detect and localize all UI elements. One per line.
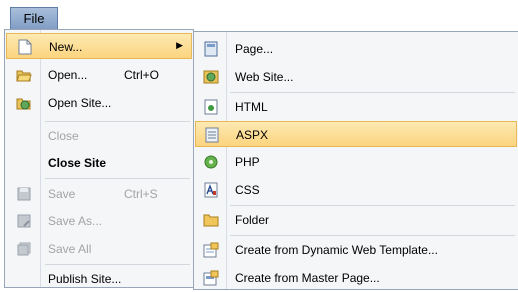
submenu-item-folder-label: Folder: [235, 213, 270, 227]
web-site-icon: [203, 69, 219, 85]
menu-item-save-label: Save: [48, 187, 76, 201]
submenu-item-page[interactable]: Page...: [195, 36, 517, 62]
menu-item-save-as: Save As...: [6, 208, 192, 234]
page-icon: [203, 41, 219, 57]
menu-item-new-label: New...: [49, 40, 83, 54]
submenu-item-create-from-dwt[interactable]: Create from Dynamic Web Template...: [195, 237, 517, 263]
submenu-separator: [230, 205, 515, 206]
menu-item-save-all-label: Save All: [48, 242, 92, 256]
menu-item-close-site[interactable]: Close Site: [6, 150, 192, 176]
save-disk-icon: [16, 186, 32, 202]
menu-item-new[interactable]: New... ▶: [6, 33, 192, 59]
open-folder-icon: [16, 67, 32, 83]
menu-item-open-site-label: Open Site...: [48, 96, 112, 110]
html-file-icon: [203, 99, 219, 115]
master-page-icon: [203, 270, 219, 286]
menu-separator: [45, 178, 190, 179]
menu-item-open-shortcut: Ctrl+O: [124, 68, 160, 82]
css-file-icon: [203, 182, 219, 198]
submenu-separator: [230, 92, 515, 93]
menu-separator: [45, 264, 190, 265]
file-menu-label: File: [23, 11, 45, 26]
new-submenu: Page... Web Site... HTML ASPX PHP CSS Fo…: [193, 31, 518, 290]
new-document-icon: [17, 39, 33, 55]
submenu-item-html-label: HTML: [235, 100, 268, 114]
submenu-item-create-from-dwt-label: Create from Dynamic Web Template...: [235, 243, 438, 257]
submenu-separator: [230, 235, 515, 236]
save-all-icon: [16, 241, 32, 257]
menu-item-save-as-label: Save As...: [48, 214, 103, 228]
submenu-item-php-label: PHP: [235, 155, 260, 169]
submenu-item-css[interactable]: CSS: [195, 177, 517, 203]
menu-item-close: Close: [6, 123, 192, 149]
menu-item-save-all: Save All: [6, 236, 192, 262]
submenu-item-folder[interactable]: Folder: [195, 207, 517, 233]
menu-item-publish-site-label: Publish Site...: [48, 272, 122, 286]
submenu-item-aspx-label: ASPX: [236, 128, 269, 142]
aspx-file-icon: [204, 127, 220, 143]
save-as-icon: [16, 213, 32, 229]
folder-icon: [203, 212, 219, 228]
submenu-item-php[interactable]: PHP: [195, 149, 517, 175]
menu-item-open-label: Open...: [48, 68, 88, 82]
file-menu-tab[interactable]: File: [10, 7, 58, 30]
php-file-icon: [203, 154, 219, 170]
submenu-item-html[interactable]: HTML: [195, 94, 517, 120]
menu-item-close-site-label: Close Site: [48, 156, 107, 170]
file-menu: New... ▶ Open... Ctrl+O Open Site... Clo…: [4, 29, 194, 288]
submenu-item-aspx[interactable]: ASPX: [195, 121, 517, 147]
submenu-item-create-from-master[interactable]: Create from Master Page...: [195, 265, 517, 291]
submenu-item-web-site[interactable]: Web Site...: [195, 64, 517, 90]
open-site-icon: [16, 95, 32, 111]
menu-item-publish-site[interactable]: Publish Site...: [6, 266, 192, 292]
menu-item-open-site[interactable]: Open Site...: [6, 90, 192, 116]
menu-separator: [45, 121, 190, 122]
menu-item-save: Save Ctrl+S: [6, 181, 192, 207]
submenu-item-page-label: Page...: [235, 42, 274, 56]
menu-item-save-shortcut: Ctrl+S: [124, 187, 158, 201]
menu-item-open[interactable]: Open... Ctrl+O: [6, 62, 192, 88]
submenu-item-css-label: CSS: [235, 183, 260, 197]
submenu-item-create-from-master-label: Create from Master Page...: [235, 271, 380, 285]
menu-item-close-label: Close: [48, 129, 79, 143]
submenu-item-web-site-label: Web Site...: [235, 70, 294, 84]
submenu-arrow-icon: ▶: [176, 40, 183, 50]
dynamic-web-template-icon: [203, 242, 219, 258]
